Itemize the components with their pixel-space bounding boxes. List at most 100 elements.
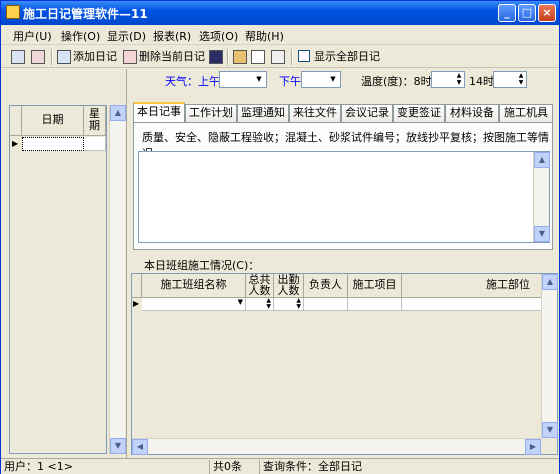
save-record-tool[interactable] (11, 49, 27, 65)
location-cell[interactable] (402, 298, 557, 311)
scroll-up-icon[interactable]: ▲ (110, 105, 126, 121)
team-section-label: 本日班组施工情况(C)： (144, 259, 260, 272)
spinner-arrows-icon[interactable]: ▲ ▼ (266, 298, 271, 310)
total-people-cell[interactable]: ▲ ▼ (246, 298, 274, 311)
tab-supervision-notice[interactable]: 监理通知 (237, 104, 289, 122)
tab-content: 质量、安全、隐蔽工程验收；混凝土、砂浆试件编号；放线抄平复核；按图施工等情况。 … (133, 122, 553, 250)
toolbar: 添加日记 删除当前日记 显示全部日记 (1, 46, 559, 68)
weekday-cell[interactable] (84, 137, 106, 151)
temperature-label: 温度(度)：8时 (361, 75, 432, 88)
date-cell[interactable] (22, 137, 84, 151)
status-query: 查询条件：全部日记 (259, 460, 557, 474)
row-header-corner (132, 274, 142, 298)
chevron-down-icon[interactable]: ▼ (238, 298, 243, 306)
column-header-project[interactable]: 施工项目 (348, 274, 402, 298)
show-all-label[interactable]: 显示全部日记 (314, 49, 380, 65)
show-all-checkbox[interactable] (298, 50, 310, 62)
spinner-arrows-icon[interactable]: ▲ ▼ (454, 72, 464, 87)
scroll-down-icon[interactable]: ▼ (110, 438, 126, 454)
window-title: 施工日记管理软件—11 (23, 7, 148, 21)
tab-work-plan[interactable]: 工作计划 (185, 104, 237, 122)
tab-materials-equipment[interactable]: 材料设备 (445, 104, 499, 122)
temp-14-label: 14时 (469, 75, 494, 88)
title-bar[interactable]: 施工日记管理软件—11 _ □ × (1, 1, 559, 25)
spinner-arrows-icon[interactable]: ▲ ▼ (516, 72, 526, 87)
tab-meeting-minutes[interactable]: 会议记录 (341, 104, 393, 122)
delete-diary-label: 删除当前日记 (139, 50, 205, 63)
menu-user[interactable]: 用户(U) (13, 28, 52, 44)
daily-record-memo[interactable]: ▲ ▼ (138, 151, 550, 243)
minimize-button[interactable]: _ (498, 4, 516, 22)
column-header-team-name[interactable]: 施工班组名称 (142, 274, 246, 298)
scroll-down-icon[interactable]: ▼ (534, 226, 550, 242)
column-header-location[interactable]: 施工部位 (402, 274, 557, 298)
current-row-indicator: ▶ (12, 139, 19, 148)
spinner-arrows-icon[interactable]: ▲ ▼ (296, 298, 301, 310)
project-cell[interactable] (348, 298, 402, 311)
chevron-down-icon[interactable]: ▼ (326, 72, 340, 87)
tab-strip: 本日记事 工作计划 监理通知 来往文件 会议记录 变更签证 材料设备 施工机具 (133, 102, 553, 122)
maximize-button[interactable]: □ (518, 4, 536, 22)
scroll-up-icon[interactable]: ▲ (534, 152, 550, 168)
menu-bar: 用户(U) 操作(O) 显示(D) 报表(R) 选项(O) 帮助(H) (1, 25, 559, 45)
scroll-up-icon[interactable]: ▲ (542, 274, 558, 290)
row-header-corner (10, 106, 22, 136)
scroll-down-icon[interactable]: ▼ (542, 422, 558, 438)
weather-row: 天气：上午 ▼ 下午 ▼ 温度(度)：8时 ▲ ▼ 14时 ▲ ▼ (131, 71, 559, 91)
memo-scrollbar[interactable]: ▲ ▼ (533, 152, 550, 242)
current-row-indicator: ▶ (133, 299, 140, 308)
team-grid-vertical-scrollbar[interactable]: ▲ ▼ (541, 274, 558, 438)
team-grid-horizontal-scrollbar[interactable]: ◀ ▶ (132, 438, 541, 455)
print-button[interactable] (233, 49, 249, 65)
close-button[interactable]: × (538, 4, 556, 22)
date-grid: 日期 星 期 ▶ (9, 105, 107, 454)
copy-icon (271, 50, 285, 64)
scroll-left-icon[interactable]: ◀ (132, 439, 148, 455)
add-icon (57, 50, 71, 64)
copy-button[interactable] (271, 49, 287, 65)
column-header-attendance[interactable]: 出勤 人数 (274, 274, 304, 298)
weather-pm-label: 下午 (279, 75, 301, 88)
team-name-cell[interactable]: ▼ (142, 298, 246, 311)
print-preview-button[interactable] (251, 49, 267, 65)
temp-8-spinner[interactable]: ▲ ▼ (431, 71, 465, 88)
status-bar: 用户：1 <1> 共0条 查询条件：全部日记 (1, 458, 559, 474)
toolbar-separator (291, 49, 293, 65)
delete-icon (123, 50, 137, 64)
menu-help[interactable]: 帮助(H) (245, 28, 284, 44)
app-icon (6, 5, 20, 19)
menu-display[interactable]: 显示(D) (107, 28, 146, 44)
users-tool[interactable] (31, 49, 47, 65)
left-vertical-scrollbar[interactable]: ▲ ▼ (109, 105, 126, 454)
menu-report[interactable]: 报表(R) (153, 28, 191, 44)
date-list-panel: 日期 星 期 ▶ ▲ ▼ (3, 69, 127, 459)
column-header-date[interactable]: 日期 (22, 106, 84, 136)
save-button[interactable] (209, 49, 225, 65)
floppy-icon (209, 50, 223, 64)
main-window: 施工日记管理软件—11 _ □ × 用户(U) 操作(O) 显示(D) 报表(R… (0, 0, 560, 474)
menu-operation[interactable]: 操作(O) (61, 28, 100, 44)
tab-change-visa[interactable]: 变更签证 (393, 104, 445, 122)
status-user: 用户：1 <1> (4, 460, 73, 473)
team-grid: 施工班组名称 总共 人数 出勤 人数 负责人 施工项目 施工部位 ▶ ▼ ▲ ▼ … (131, 273, 558, 455)
person-in-charge-cell[interactable] (304, 298, 348, 311)
tab-daily-record[interactable]: 本日记事 (133, 102, 185, 122)
scroll-right-icon[interactable]: ▶ (525, 439, 541, 455)
add-diary-label: 添加日记 (73, 50, 117, 63)
add-diary-button[interactable]: 添加日记 (57, 49, 117, 65)
weather-pm-combo[interactable]: ▼ (301, 71, 341, 88)
tab-construction-machinery[interactable]: 施工机具 (499, 104, 553, 122)
temp-14-spinner[interactable]: ▲ ▼ (493, 71, 527, 88)
column-header-person-in-charge[interactable]: 负责人 (304, 274, 348, 298)
toolbar-separator (51, 49, 53, 65)
tab-correspondence[interactable]: 来往文件 (289, 104, 341, 122)
column-header-weekday[interactable]: 星 期 (84, 106, 106, 136)
menu-options[interactable]: 选项(O) (199, 28, 238, 44)
delete-diary-button[interactable]: 删除当前日记 (123, 49, 205, 65)
chevron-down-icon[interactable]: ▼ (252, 72, 266, 87)
weather-am-combo[interactable]: ▼ (219, 71, 267, 88)
preview-icon (251, 50, 265, 64)
column-header-total-people[interactable]: 总共 人数 (246, 274, 274, 298)
toolbar-separator (227, 49, 229, 65)
attendance-cell[interactable]: ▲ ▼ (274, 298, 304, 311)
